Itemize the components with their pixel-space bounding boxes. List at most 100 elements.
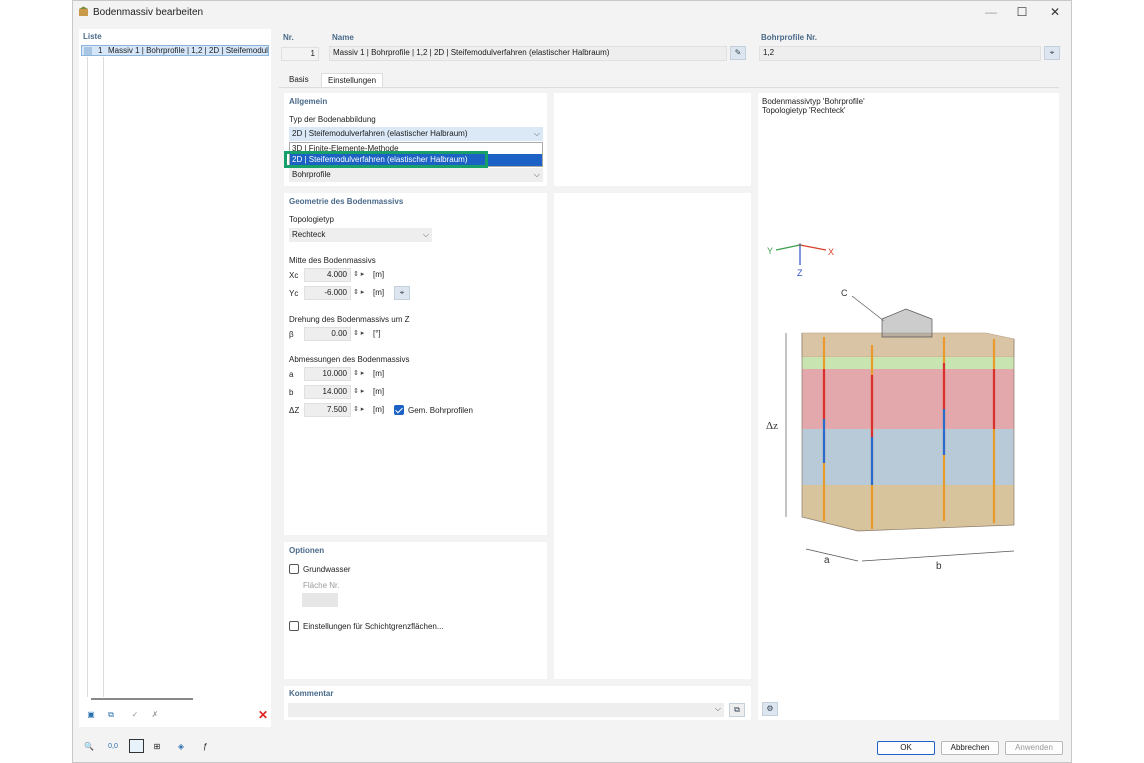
list-item-no: 1 <box>98 46 103 55</box>
yc-label: Yc <box>289 289 299 298</box>
middle-lower-panel <box>554 193 751 679</box>
tab-basis[interactable]: Basis <box>283 73 315 87</box>
unit-label: [m] <box>373 270 385 279</box>
flaeche-label: Fläche Nr. <box>303 581 340 590</box>
topologie-select-value: Rechteck <box>292 230 326 239</box>
abmessungen-label: Abmessungen des Bodenmassivs <box>289 355 410 364</box>
view-icon[interactable]: ◈ <box>173 740 189 754</box>
list-scrollbar[interactable] <box>91 698 193 700</box>
name-field[interactable]: Massiv 1 | Bohrprofile | 1,2 | 2D | Stei… <box>329 46 727 61</box>
close-button[interactable]: ✕ <box>1042 4 1068 20</box>
stepper-icon[interactable]: ⇕ ▸ <box>353 286 364 300</box>
b-label: b <box>289 388 294 397</box>
axis-x-label: X <box>828 247 834 257</box>
massivtyp-select[interactable]: Bohrprofile ⌵ <box>289 168 543 182</box>
tab-einstellungen[interactable]: Einstellungen <box>321 73 384 87</box>
unit-label: [m] <box>373 288 385 297</box>
yc-field[interactable]: -6.000 <box>304 286 351 300</box>
edit-name-icon[interactable]: ✎ <box>730 46 746 60</box>
minimize-button[interactable]: — <box>978 4 1004 20</box>
search-icon[interactable]: 🔍 <box>81 740 97 754</box>
allgemein-panel: Allgemein Typ der Bodenabbildung 2D | St… <box>284 93 547 186</box>
stepper-icon[interactable]: ⇕ ▸ <box>353 403 364 417</box>
kommentar-copy-icon[interactable]: ⧉ <box>729 703 745 717</box>
axis-icon <box>775 243 827 265</box>
beta-field[interactable]: 0.00 <box>304 327 351 341</box>
topologie-select[interactable]: Rechteck ⌵ <box>289 228 432 242</box>
name-label: Name <box>332 33 354 42</box>
uncheck-all-icon[interactable]: ✗ <box>147 708 163 722</box>
chevron-down-icon: ⌵ <box>714 704 721 713</box>
stepper-icon[interactable]: ⇕ ▸ <box>353 327 364 341</box>
flaeche-field <box>302 593 338 607</box>
cancel-button[interactable]: Abbrechen <box>941 741 999 755</box>
dialog-window: Bodenmassiv bearbeiten — ☐ ✕ Liste 1 Mas… <box>72 0 1072 763</box>
schicht-checkbox[interactable] <box>289 621 299 631</box>
copy-item-icon[interactable]: ⧉ <box>103 708 119 722</box>
c-label: C <box>841 288 848 298</box>
typ-select-value: 2D | Steifemodulverfahren (elastischer H… <box>292 129 468 138</box>
new-item-icon[interactable]: ▣ <box>83 708 99 722</box>
kommentar-panel: Kommentar ⌵ ⧉ <box>284 686 751 720</box>
a-label: a <box>289 370 294 379</box>
kommentar-field[interactable]: ⌵ <box>288 703 724 717</box>
beta-label: β <box>289 330 294 339</box>
dz-dimension-label: Δz <box>766 420 778 432</box>
a-field[interactable]: 10.000 <box>304 367 351 381</box>
list-item[interactable]: 1 Massiv 1 | Bohrprofile | 1,2 | 2D | St… <box>81 45 269 56</box>
ok-button[interactable]: OK <box>877 741 935 755</box>
dz-field[interactable]: 7.500 <box>304 403 351 417</box>
stepper-icon[interactable]: ⇕ ▸ <box>353 385 364 399</box>
title-bar: Bodenmassiv bearbeiten — ☐ ✕ <box>73 1 1071 23</box>
gem-checkbox[interactable] <box>394 405 404 415</box>
delete-icon[interactable]: ✕ <box>255 708 271 722</box>
chevron-down-icon: ⌵ <box>533 170 540 179</box>
stepper-icon[interactable]: ⇕ ▸ <box>353 268 364 282</box>
pick-point-icon[interactable]: ⌖ <box>394 286 410 300</box>
list-toolbar: ▣ ⧉ ✓ ✗ ✕ <box>79 705 271 725</box>
drehung-label: Drehung des Bodenmassivs um Z <box>289 315 410 324</box>
axis-y-label: Y <box>767 246 773 256</box>
model-icon[interactable]: ⊞ <box>149 740 165 754</box>
grundwasser-label: Grundwasser <box>303 565 351 574</box>
maximize-button[interactable]: ☐ <box>1009 4 1035 20</box>
a-dimension-label: a <box>824 555 830 566</box>
allgemein-title: Allgemein <box>289 97 328 106</box>
xc-field[interactable]: 4.000 <box>304 268 351 282</box>
formula-icon[interactable]: ƒ <box>197 740 213 754</box>
list-panel: Liste 1 Massiv 1 | Bohrprofile | 1,2 | 2… <box>79 29 271 727</box>
profiles-field[interactable]: 1,2 <box>759 46 1041 61</box>
check-all-icon[interactable]: ✓ <box>127 708 143 722</box>
dz-label: ΔZ <box>289 406 300 415</box>
grundwasser-checkbox[interactable] <box>289 564 299 574</box>
list-item-label: Massiv 1 | Bohrprofile | 1,2 | 2D | Stei… <box>108 46 268 55</box>
window-title: Bodenmassiv bearbeiten <box>93 7 204 18</box>
nr-field[interactable]: 1 <box>281 47 319 61</box>
list-header: Liste <box>83 32 102 41</box>
profiles-label: Bohrprofile Nr. <box>761 33 818 42</box>
typ-label: Typ der Bodenabbildung <box>289 115 376 124</box>
highlight-box <box>284 151 488 168</box>
units-icon[interactable]: 0,0 <box>105 740 121 754</box>
geometrie-title: Geometrie des Bodenmassivs <box>289 197 404 206</box>
b-dimension-label: b <box>936 561 942 572</box>
apply-button[interactable]: Anwenden <box>1005 741 1063 755</box>
preview-options-icon[interactable]: ⚙ <box>762 702 778 716</box>
optionen-panel: Optionen Grundwasser Fläche Nr. Einstell… <box>284 542 547 679</box>
typ-select[interactable]: 2D | Steifemodulverfahren (elastischer H… <box>289 127 543 141</box>
b-field[interactable]: 14.000 <box>304 385 351 399</box>
kommentar-title: Kommentar <box>289 689 334 698</box>
axis-z-label: Z <box>797 268 803 278</box>
tree-line <box>103 57 104 697</box>
stepper-icon[interactable]: ⇕ ▸ <box>353 367 364 381</box>
unit-label: [°] <box>373 329 381 338</box>
nr-label: Nr. <box>283 33 294 42</box>
xc-label: Xc <box>289 271 299 280</box>
geometrie-panel: Geometrie des Bodenmassivs Topologietyp … <box>284 193 547 535</box>
mitte-label: Mitte des Bodenmassivs <box>289 256 376 265</box>
display-icon[interactable] <box>129 739 144 753</box>
pick-profiles-icon[interactable]: ⌖ <box>1044 46 1060 60</box>
unit-label: [m] <box>373 369 385 378</box>
gem-label: Gem. Bohrprofilen <box>408 406 473 415</box>
app-icon <box>78 6 89 17</box>
